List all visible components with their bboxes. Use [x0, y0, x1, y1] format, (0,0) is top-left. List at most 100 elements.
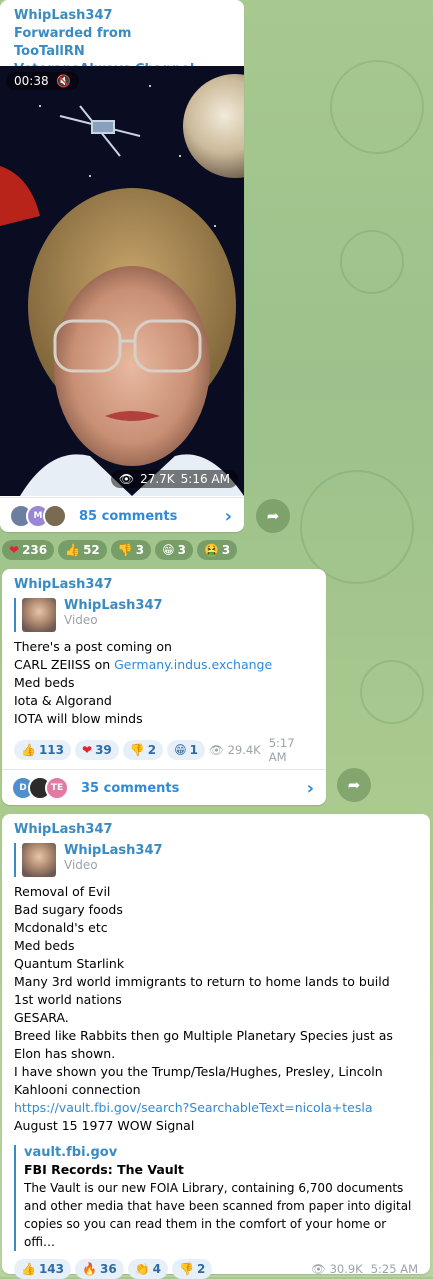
author-name[interactable]: WhipLash347 [14, 822, 418, 837]
heart-icon: ❤ [9, 543, 20, 557]
message-text: Removal of Evil Bad sugary foods Mcdonal… [14, 883, 404, 1135]
avatar: TE [45, 776, 69, 800]
text-line: Med beds [14, 675, 75, 690]
reaction-thumbs-down[interactable]: 👎 3 [110, 540, 152, 560]
comments-link[interactable]: 85 comments [79, 509, 225, 524]
text-line: Mcdonald's etc [14, 920, 108, 935]
reaction-count: 3 [135, 543, 145, 557]
message-bubble-text[interactable]: WhipLash347 WhipLash347 Video Removal of… [2, 814, 430, 1279]
text-line: Quantum Starlink [14, 956, 125, 971]
reaction-thumbs-up[interactable]: 👍 143 [14, 1259, 72, 1279]
background-doodle [360, 660, 424, 724]
reaction-thumbs-up[interactable]: 👍 52 [58, 540, 107, 560]
preview-title: FBI Records: The Vault [24, 1162, 184, 1177]
reply-thumbnail [22, 843, 56, 877]
reaction-count: 2 [196, 1262, 206, 1276]
reply-type: Video [64, 858, 98, 872]
link-preview[interactable]: vault.fbi.gov FBI Records: The Vault The… [14, 1145, 414, 1251]
message-bubble-video[interactable]: WhipLash347 Forwarded from TooTallRN Vet… [0, 0, 244, 532]
reaction-count: 113 [38, 743, 65, 757]
reaction-count: 1 [189, 743, 198, 757]
comments-link[interactable]: 35 comments [81, 781, 307, 796]
inline-link[interactable]: Germany.indus.exchange [114, 657, 272, 672]
clap-icon: 👏 [134, 1262, 150, 1276]
reaction-thumbs-down[interactable]: 👎 2 [122, 740, 164, 760]
grin-icon: 😁 [162, 543, 175, 557]
reaction-count: 3 [221, 543, 231, 557]
share-button[interactable]: ➦ [256, 499, 290, 533]
text-line: Breed like Rabbits then go Multiple Plan… [14, 1028, 393, 1061]
reply-quote[interactable]: WhipLash347 Video [14, 843, 418, 877]
text-line: Many 3rd world immigrants to return to h… [14, 974, 390, 1007]
thumbs-down-icon: 👎 [178, 1262, 194, 1276]
message-meta: 👁 29.4K 5:17 AM [209, 736, 314, 764]
message-bubble-text[interactable]: WhipLash347 WhipLash347 Video There's a … [2, 569, 326, 805]
reaction-count: 39 [95, 743, 112, 757]
background-doodle [330, 60, 424, 154]
reaction-count: 143 [38, 1262, 65, 1276]
comments-row[interactable]: M 85 comments › [0, 497, 244, 534]
commenter-avatars: M [9, 504, 67, 528]
reactions-and-meta: 👍 143 🔥 36 👏 4 👎 2 👁 30.9K 5:25 AM [14, 1259, 418, 1279]
video-frame [0, 66, 244, 496]
heart-icon: ❤ [82, 743, 93, 757]
chevron-right-icon[interactable]: › [225, 506, 232, 527]
comments-row[interactable]: D TE 35 comments › [2, 769, 326, 806]
text-line: CARL ZEIISS on Germany.indus.exchange [14, 656, 314, 674]
share-arrow-icon: ➦ [347, 776, 361, 794]
reaction-grin[interactable]: 😁 1 [167, 740, 205, 760]
video-player[interactable]: 00:38 🔇 👁 27.7K 5:16 AM [0, 66, 244, 496]
post-time: 5:16 AM [180, 472, 230, 486]
muted-speaker-icon[interactable]: 🔇 [56, 74, 71, 88]
view-count: 27.7K [140, 472, 175, 486]
eye-icon: 👁 [208, 743, 224, 757]
reaction-count: 2 [147, 743, 157, 757]
preview-site: vault.fbi.gov [24, 1145, 118, 1160]
reaction-count: 236 [22, 543, 48, 557]
author-name[interactable]: WhipLash347 [14, 8, 230, 23]
author-name[interactable]: WhipLash347 [14, 577, 314, 592]
commenter-avatars: D TE [11, 776, 69, 800]
share-arrow-icon: ➦ [266, 507, 280, 525]
share-button[interactable]: ➦ [337, 768, 371, 802]
reply-author: WhipLash347 [64, 598, 163, 613]
video-duration: 00:38 🔇 [6, 72, 80, 90]
reaction-grin[interactable]: 😁 3 [155, 540, 193, 560]
reaction-fire[interactable]: 🔥 36 [75, 1259, 124, 1279]
reaction-count: 4 [152, 1262, 161, 1276]
reaction-heart[interactable]: ❤ 236 [2, 540, 55, 560]
reaction-count: 52 [83, 543, 100, 557]
message-text: There's a post coming on CARL ZEIISS on … [14, 638, 314, 728]
inline-link[interactable]: https://vault.fbi.gov/search?SearchableT… [14, 1099, 404, 1117]
reaction-thumbs-up[interactable]: 👍 113 [14, 740, 72, 760]
text-line: IOTA will blow minds [14, 711, 143, 726]
reply-author: WhipLash347 [64, 843, 163, 858]
text-line: Iota & Algorand [14, 693, 112, 708]
reactions-and-meta: 👍 113 ❤ 39 👎 2 😁 1 👁 29.4K 5:17 AM [14, 736, 314, 764]
avatar [43, 504, 67, 528]
thumbs-down-icon: 👎 [129, 743, 145, 757]
reaction-count: 36 [99, 1262, 117, 1276]
reaction-count: 3 [177, 543, 186, 557]
thumbs-up-icon: 👍 [21, 1262, 36, 1276]
duration-text: 00:38 [14, 74, 49, 88]
reaction-clap[interactable]: 👏 4 [127, 1259, 168, 1279]
reaction-vomit[interactable]: 🤮 3 [196, 540, 238, 560]
view-count: 30.9K [329, 1262, 363, 1276]
text-line: I have shown you the Trump/Tesla/Hughes,… [14, 1064, 383, 1097]
background-doodle [300, 470, 414, 584]
reaction-thumbs-down[interactable]: 👎 2 [171, 1259, 213, 1279]
thumbs-down-icon: 👎 [117, 543, 133, 557]
reply-quote[interactable]: WhipLash347 Video [14, 598, 314, 632]
grin-icon: 😁 [174, 743, 187, 757]
reaction-heart[interactable]: ❤ 39 [75, 740, 119, 760]
vomit-icon: 🤮 [203, 543, 219, 557]
chevron-right-icon[interactable]: › [307, 778, 314, 799]
text-line: There's a post coming on [14, 639, 172, 654]
message-meta: 👁 30.9K 5:25 AM [311, 1262, 418, 1276]
text-line: Removal of Evil [14, 884, 111, 899]
eye-icon: 👁 [118, 472, 135, 486]
video-meta: 👁 27.7K 5:16 AM [110, 470, 238, 488]
thumbs-up-icon: 👍 [21, 743, 36, 757]
post-time: 5:17 AM [268, 736, 295, 764]
